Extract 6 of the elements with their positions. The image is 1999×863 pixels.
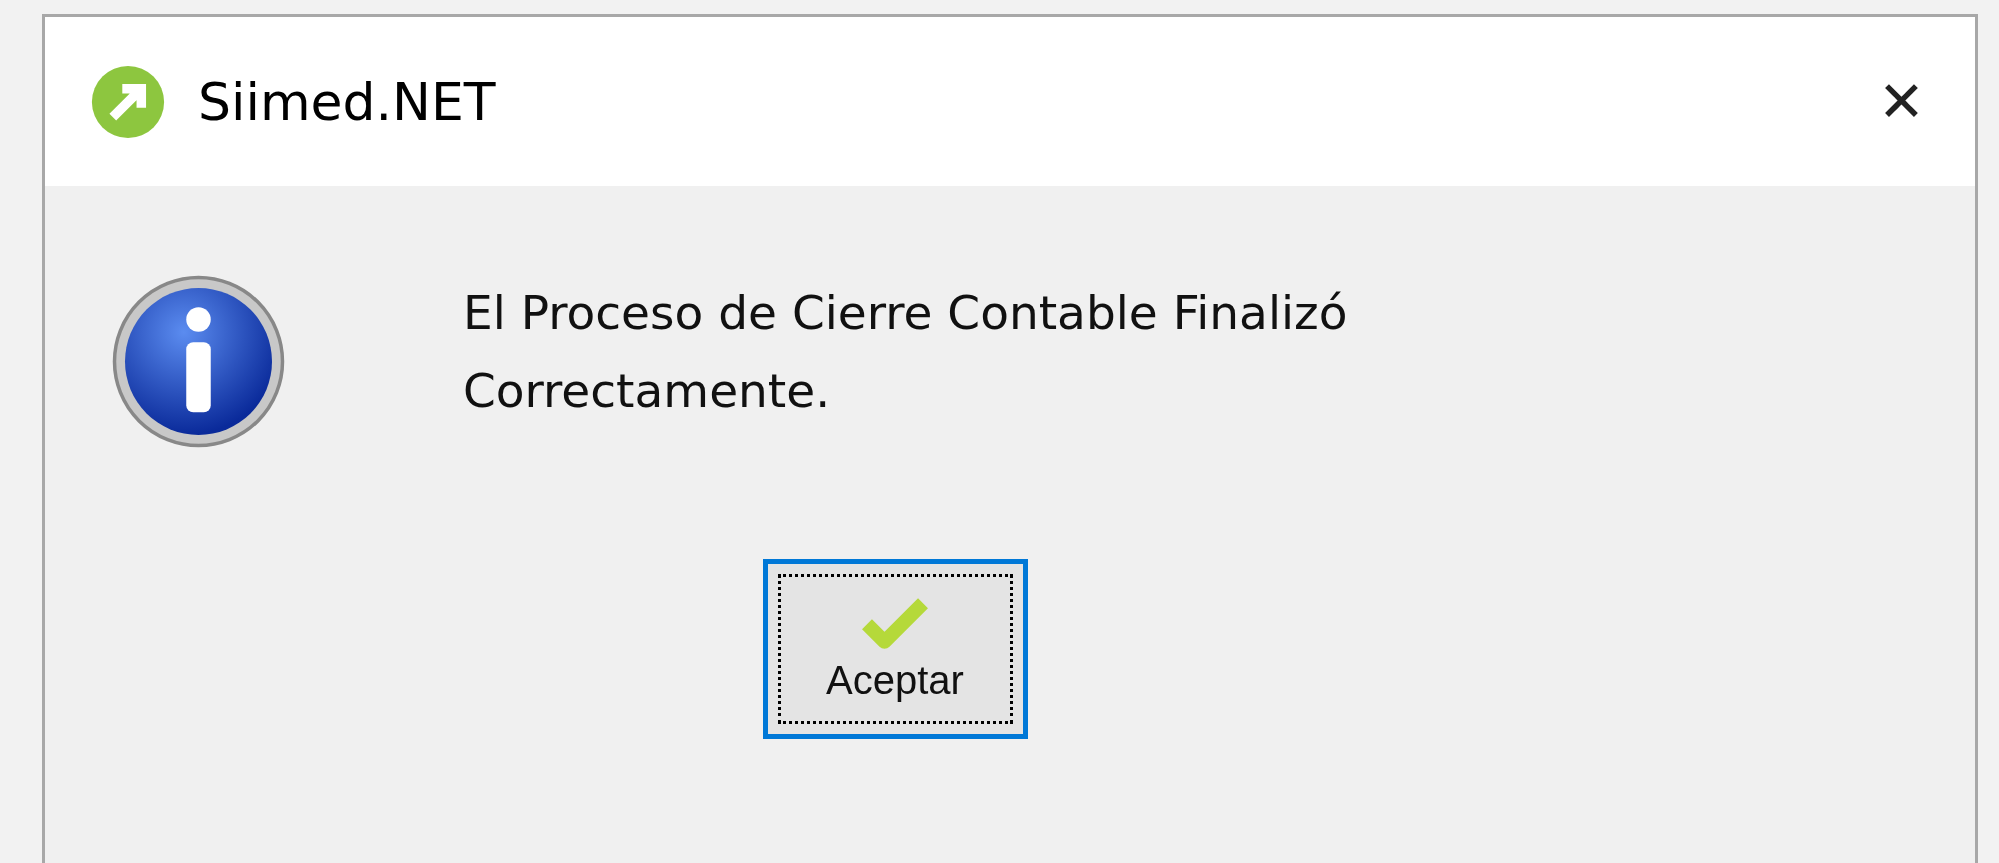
app-icon bbox=[90, 63, 166, 140]
window-title: Siimed.NET bbox=[198, 71, 497, 132]
info-icon bbox=[111, 274, 286, 449]
accept-button[interactable]: Aceptar bbox=[762, 559, 1028, 739]
close-button[interactable]: ✕ bbox=[1868, 69, 1935, 134]
message-text: El Proceso de Cierre Contable Finalizó Correctamente. bbox=[463, 284, 1348, 420]
